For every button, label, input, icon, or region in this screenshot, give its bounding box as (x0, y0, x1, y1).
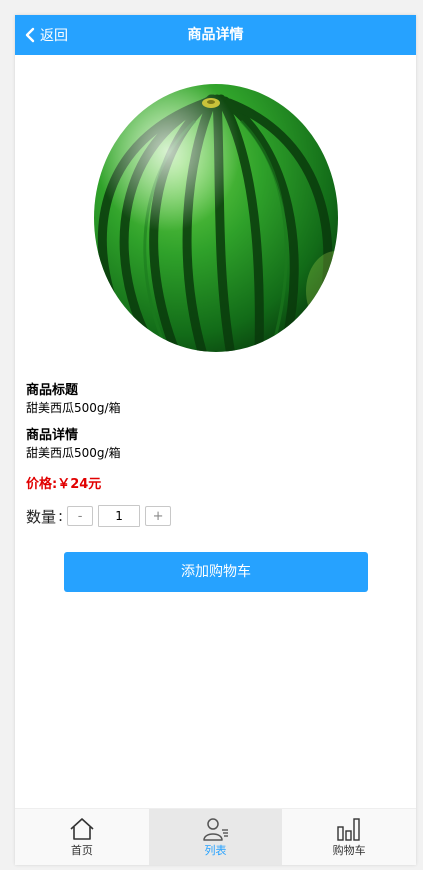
bottom-tabbar: 首页 列表 购物车 (15, 808, 416, 865)
decrement-button[interactable]: - (67, 506, 94, 526)
product-info: 商品标题 甜美西瓜500g/箱 商品详情 甜美西瓜500g/箱 价格:￥24元 … (26, 381, 406, 528)
tab-home[interactable]: 首页 (15, 809, 149, 865)
top-navbar: 返回 商品详情 (15, 15, 416, 55)
product-title-value: 甜美西瓜500g/箱 (26, 401, 121, 415)
product-title-heading: 商品标题 (26, 383, 79, 398)
tab-list-label: 列表 (204, 844, 227, 857)
quantity-label: 数量 (26, 507, 57, 526)
page-title: 商品详情 (187, 27, 244, 43)
quantity-colon: : (58, 507, 64, 525)
tab-cart-label: 购物车 (332, 844, 366, 857)
tab-list[interactable]: 列表 (148, 809, 283, 865)
product-detail-value: 甜美西瓜500g/箱 (26, 446, 121, 460)
app-screen: 返回 商品详情 商品标题 甜美西瓜500g/箱 商品详情 甜美西瓜500g/箱 … (15, 15, 416, 865)
user-list-icon (202, 816, 230, 842)
quantity-stepper: 数量 : - + (26, 504, 406, 528)
tab-home-label: 首页 (70, 844, 93, 857)
watermelon-image (91, 81, 341, 355)
add-to-cart-button[interactable]: 添加购物车 (64, 552, 368, 592)
home-icon (69, 816, 95, 842)
product-detail-heading: 商品详情 (26, 428, 79, 443)
price-label: 价格:￥24元 (26, 477, 102, 492)
increment-button[interactable]: + (145, 506, 172, 526)
bar-chart-icon (336, 816, 362, 842)
tab-cart[interactable]: 购物车 (282, 809, 416, 865)
quantity-input[interactable] (98, 505, 141, 527)
